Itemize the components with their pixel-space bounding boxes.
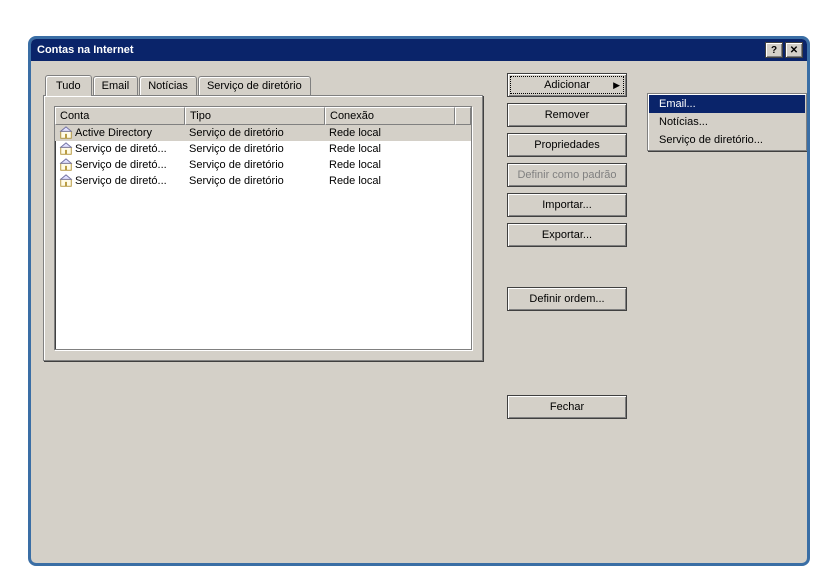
cell-pad (455, 148, 471, 150)
cell-connection: Rede local (325, 142, 455, 156)
cell-type: Serviço de diretório (185, 174, 325, 188)
add-button-label: Adicionar (544, 79, 590, 91)
menu-item-directory[interactable]: Serviço de diretório... (649, 131, 805, 149)
close-window-button[interactable]: ✕ (785, 42, 803, 58)
col-header-account[interactable]: Conta (55, 107, 185, 125)
col-header-connection[interactable]: Conexão (325, 107, 455, 125)
window-title: Contas na Internet (37, 44, 763, 56)
tab-all[interactable]: Tudo (45, 75, 92, 96)
cell-pad (455, 180, 471, 182)
remove-button[interactable]: Remover (507, 103, 627, 127)
tab-directory[interactable]: Serviço de diretório (198, 76, 311, 95)
add-submenu: Email... Notícias... Serviço de diretóri… (647, 93, 807, 151)
button-gap (507, 253, 627, 281)
add-button[interactable]: Adicionar ▶ (507, 73, 627, 97)
cell-account: Serviço de diretó... (55, 141, 185, 157)
titlebar: Contas na Internet ? ✕ (31, 39, 807, 61)
tab-panel: Conta Tipo Conexão Active DirectoryServi… (43, 95, 483, 361)
cell-type: Serviço de diretório (185, 158, 325, 172)
cell-connection: Rede local (325, 158, 455, 172)
cell-account: Active Directory (55, 125, 185, 141)
table-row[interactable]: Serviço de diretó...Serviço de diretório… (55, 141, 471, 157)
cell-type: Serviço de diretório (185, 126, 325, 140)
dialog-window: Contas na Internet ? ✕ Tudo Email Notíci… (28, 36, 810, 566)
table-row[interactable]: Active DirectoryServiço de diretórioRede… (55, 125, 471, 141)
cell-type: Serviço de diretório (185, 142, 325, 156)
properties-button[interactable]: Propriedades (507, 133, 627, 157)
menu-item-email[interactable]: Email... (649, 95, 805, 113)
close-button[interactable]: Fechar (507, 395, 627, 419)
set-default-button: Definir como padrão (507, 163, 627, 187)
cell-connection: Rede local (325, 174, 455, 188)
cell-connection: Rede local (325, 126, 455, 140)
import-button[interactable]: Importar... (507, 193, 627, 217)
dialog-body: Tudo Email Notícias Serviço de diretório… (31, 61, 807, 563)
directory-icon (59, 159, 75, 171)
col-header-pad (455, 107, 471, 125)
help-button[interactable]: ? (765, 42, 783, 58)
cell-account: Serviço de diretó... (55, 157, 185, 173)
list-body: Active DirectoryServiço de diretórioRede… (55, 125, 471, 189)
table-row[interactable]: Serviço de diretó...Serviço de diretório… (55, 173, 471, 189)
tab-email[interactable]: Email (93, 76, 139, 95)
menu-item-news[interactable]: Notícias... (649, 113, 805, 131)
close-row: Fechar (507, 395, 627, 419)
tab-news[interactable]: Notícias (139, 76, 197, 95)
cell-account: Serviço de diretó... (55, 173, 185, 189)
define-order-button[interactable]: Definir ordem... (507, 287, 627, 311)
directory-icon (59, 127, 75, 139)
cell-pad (455, 132, 471, 134)
export-button[interactable]: Exportar... (507, 223, 627, 247)
button-column: Adicionar ▶ Remover Propriedades Definir… (507, 73, 627, 311)
col-header-type[interactable]: Tipo (185, 107, 325, 125)
directory-icon (59, 143, 75, 155)
submenu-arrow-icon: ▶ (613, 80, 620, 91)
cell-pad (455, 164, 471, 166)
directory-icon (59, 175, 75, 187)
list-header: Conta Tipo Conexão (55, 107, 471, 125)
accounts-list[interactable]: Conta Tipo Conexão Active DirectoryServi… (54, 106, 472, 350)
table-row[interactable]: Serviço de diretó...Serviço de diretório… (55, 157, 471, 173)
